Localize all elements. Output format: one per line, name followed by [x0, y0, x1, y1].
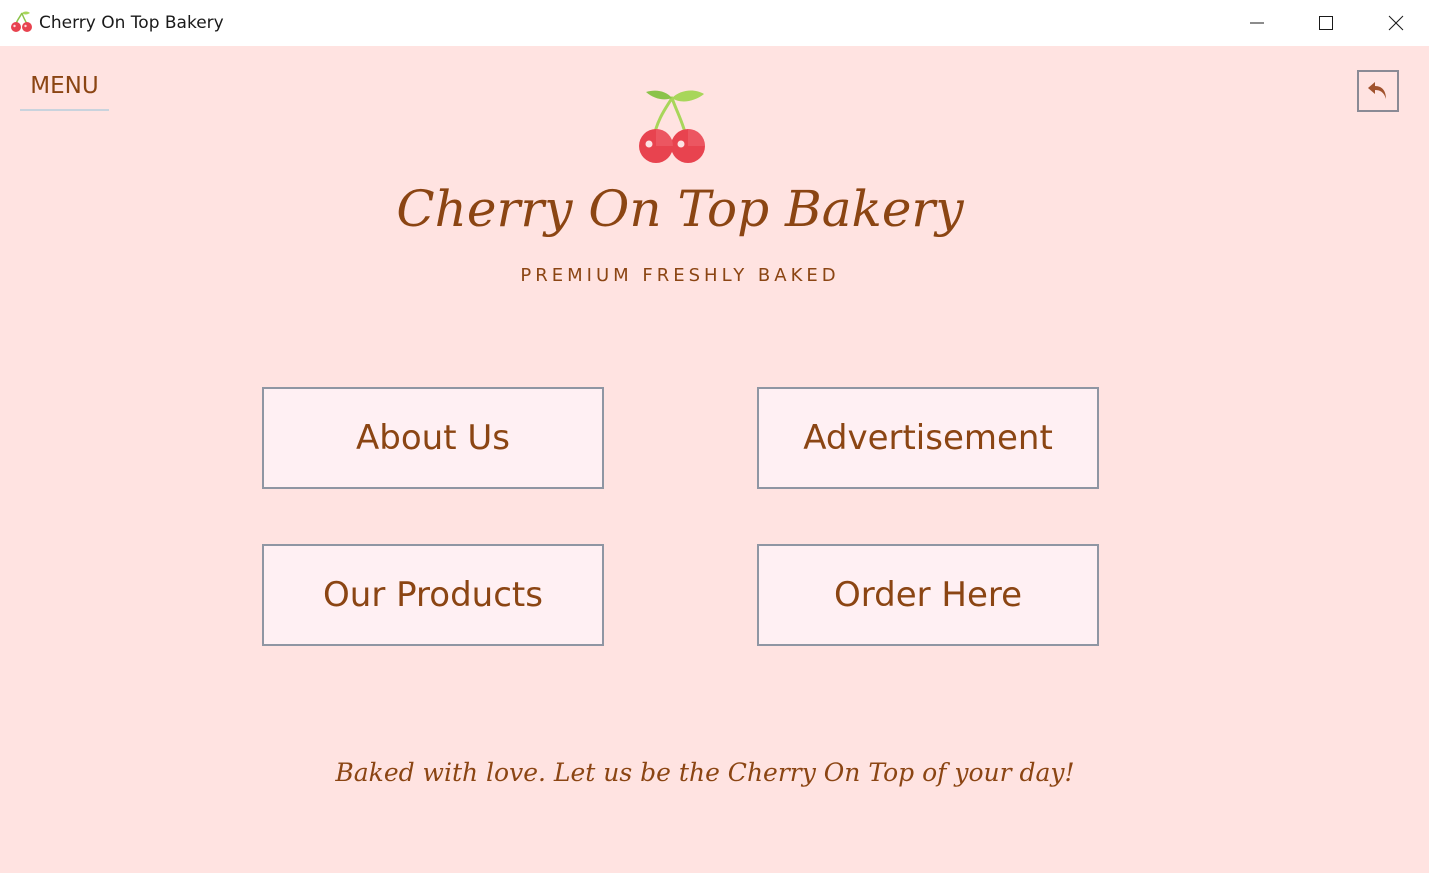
maximize-icon: [1319, 16, 1333, 30]
minimize-button[interactable]: [1222, 0, 1292, 46]
close-icon: [1388, 15, 1404, 31]
main-content: MENU Cherry On Top Bakery PREMIUM FRESHL…: [0, 46, 1429, 873]
about-us-button[interactable]: About Us: [262, 387, 604, 489]
maximize-button[interactable]: [1291, 0, 1361, 46]
undo-arrow-icon: [1368, 82, 1386, 99]
advertisement-button[interactable]: Advertisement: [757, 387, 1099, 489]
tagline: PREMIUM FRESHLY BAKED: [520, 265, 840, 286]
footer-slogan: Baked with love. Let us be the Cherry On…: [335, 758, 1075, 787]
cherry-icon: [11, 11, 32, 32]
close-button[interactable]: [1361, 0, 1429, 46]
brand-title: Cherry On Top Bakery: [396, 180, 964, 238]
our-products-button[interactable]: Our Products: [262, 544, 604, 646]
title-bar: Cherry On Top Bakery: [0, 0, 1429, 46]
order-here-button[interactable]: Order Here: [757, 544, 1099, 646]
window-title: Cherry On Top Bakery: [39, 13, 224, 33]
back-button[interactable]: [1357, 70, 1399, 112]
menu-button[interactable]: MENU: [20, 71, 109, 111]
minimize-icon: [1250, 22, 1264, 24]
cherry-icon: [639, 90, 705, 163]
app-window: Cherry On Top Bakery MENU Cherry On Top …: [0, 0, 1429, 873]
